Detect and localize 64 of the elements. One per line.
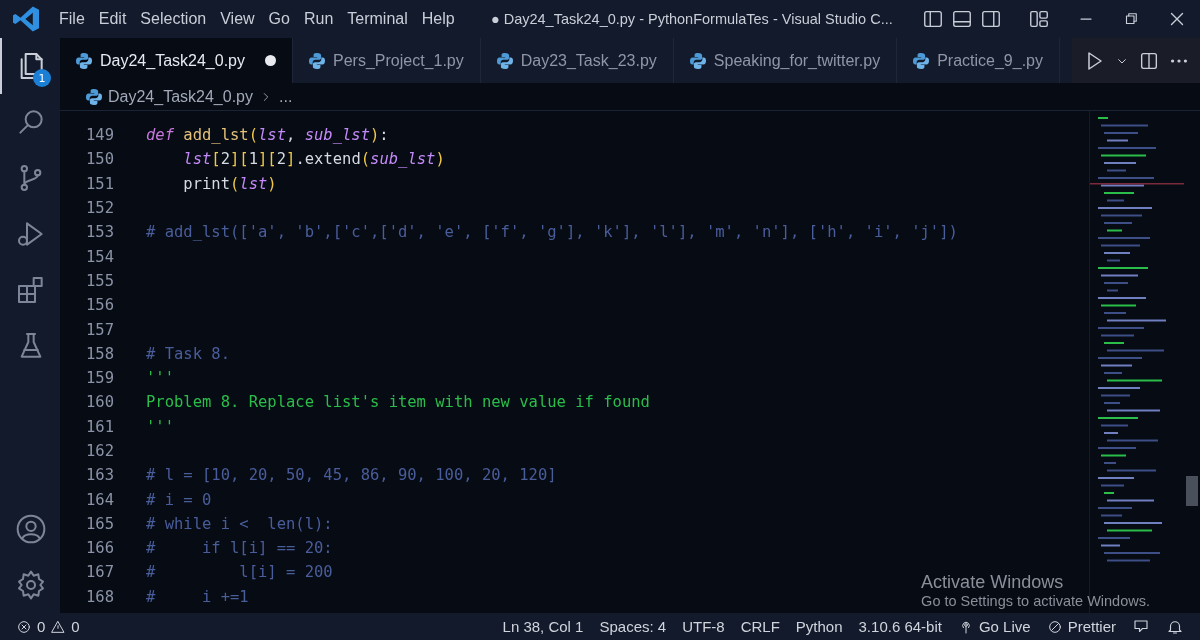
prettier-button[interactable]: Prettier bbox=[1038, 618, 1124, 635]
breadcrumb-item[interactable]: ... bbox=[279, 87, 293, 106]
menu-item[interactable]: Go bbox=[261, 6, 297, 32]
code-line: # while i < len(l): bbox=[146, 514, 333, 533]
line-number: 162 bbox=[85, 442, 114, 460]
activation-message: Go to Settings to activate Windows. bbox=[921, 593, 1150, 609]
error-count: 0 bbox=[37, 618, 46, 635]
status-item[interactable]: UTF-8 bbox=[674, 618, 733, 635]
line-number: 152 bbox=[85, 199, 114, 218]
menu-item[interactable]: Selection bbox=[133, 6, 214, 32]
code-line: Problem 8. Replace list's item with new value if found bbox=[146, 393, 650, 412]
line-number: 156 bbox=[85, 296, 114, 315]
code-line: # l = [10, 20, 50, 45, 86, 90, 100, 20, 120] bbox=[146, 466, 557, 485]
line-number: 151 bbox=[85, 174, 114, 193]
line-number: 165 bbox=[85, 514, 114, 533]
menu-item[interactable]: Help bbox=[414, 6, 462, 32]
editor-tab[interactable]: Day23_Task_23.py bbox=[480, 38, 674, 83]
code-line: ''' bbox=[146, 369, 174, 388]
status-item[interactable]: Ln 38, Col 1 bbox=[494, 618, 592, 635]
line-number: 164 bbox=[85, 490, 114, 509]
menu-item[interactable]: Edit bbox=[91, 6, 134, 32]
menu-item[interactable]: File bbox=[52, 6, 92, 32]
menu-item[interactable]: Run bbox=[296, 6, 341, 32]
line-number: 166 bbox=[85, 539, 114, 558]
problems-indicator[interactable]: 0 0 bbox=[8, 618, 88, 635]
line-number: 154 bbox=[85, 247, 114, 266]
line-number: 149 bbox=[85, 126, 114, 145]
line-number: 163 bbox=[85, 466, 114, 485]
breadcrumb-item[interactable]: Day24_Task24_0.py bbox=[108, 87, 253, 106]
editor-tab[interactable]: Practice_9_.py bbox=[897, 38, 1060, 83]
line-number: 157 bbox=[85, 320, 114, 339]
code-line: # if l[i] == 20: bbox=[146, 539, 333, 558]
line-number: 155 bbox=[85, 271, 114, 290]
code-line: # i +=1 bbox=[146, 587, 249, 606]
code-line: # add_lst(['a', 'b',['c',['d', 'e', ['f', 'g'], 'k'], 'l'], 'm', 'n'], ['h', 'i', 'j']) bbox=[146, 223, 958, 242]
warning-count: 0 bbox=[71, 618, 80, 635]
line-number: 159 bbox=[85, 369, 114, 388]
go-live-button[interactable]: Go Live bbox=[949, 618, 1039, 635]
count-badge: 1 bbox=[33, 69, 51, 87]
line-number: 167 bbox=[85, 563, 114, 582]
line-number: 158 bbox=[85, 344, 114, 363]
code-line: lst[2][1][2].extend(sub_lst) bbox=[182, 150, 445, 169]
status-item[interactable]: CRLF bbox=[732, 618, 788, 635]
code-line: ''' bbox=[146, 417, 174, 436]
code-line: # i = 0 bbox=[146, 490, 212, 509]
editor-tab[interactable]: Day24_Task24_0.py bbox=[60, 38, 293, 83]
menu-item[interactable]: View bbox=[213, 6, 262, 32]
code-line: # l[i] = 200 bbox=[146, 563, 333, 582]
line-number: 153 bbox=[85, 223, 114, 242]
editor-tab[interactable]: Pers_Project_1.py bbox=[293, 38, 481, 83]
line-number: 168 bbox=[85, 587, 114, 606]
status-item[interactable]: Python bbox=[787, 618, 851, 635]
line-number: 161 bbox=[85, 417, 114, 436]
activation-title: Activate Windows bbox=[921, 572, 1065, 593]
editor-tab[interactable]: Speaking_for_twitter.py bbox=[673, 38, 898, 83]
code-line: # Task 8. bbox=[146, 344, 230, 363]
code-line: def add_lst(lst, sub_lst): bbox=[146, 126, 389, 145]
line-number: 150 bbox=[85, 150, 114, 169]
line-number: 160 bbox=[85, 393, 114, 412]
status-item[interactable]: Spaces: 4 bbox=[591, 618, 675, 635]
menu-item[interactable]: Terminal bbox=[340, 6, 415, 32]
code-line: print(lst) bbox=[182, 174, 277, 193]
window-title: ● Day24_Task24_0.py - PythonFormulaTes - Visual Studio C... bbox=[489, 11, 894, 27]
status-item[interactable]: 3.10.6 64-bit bbox=[850, 618, 950, 635]
